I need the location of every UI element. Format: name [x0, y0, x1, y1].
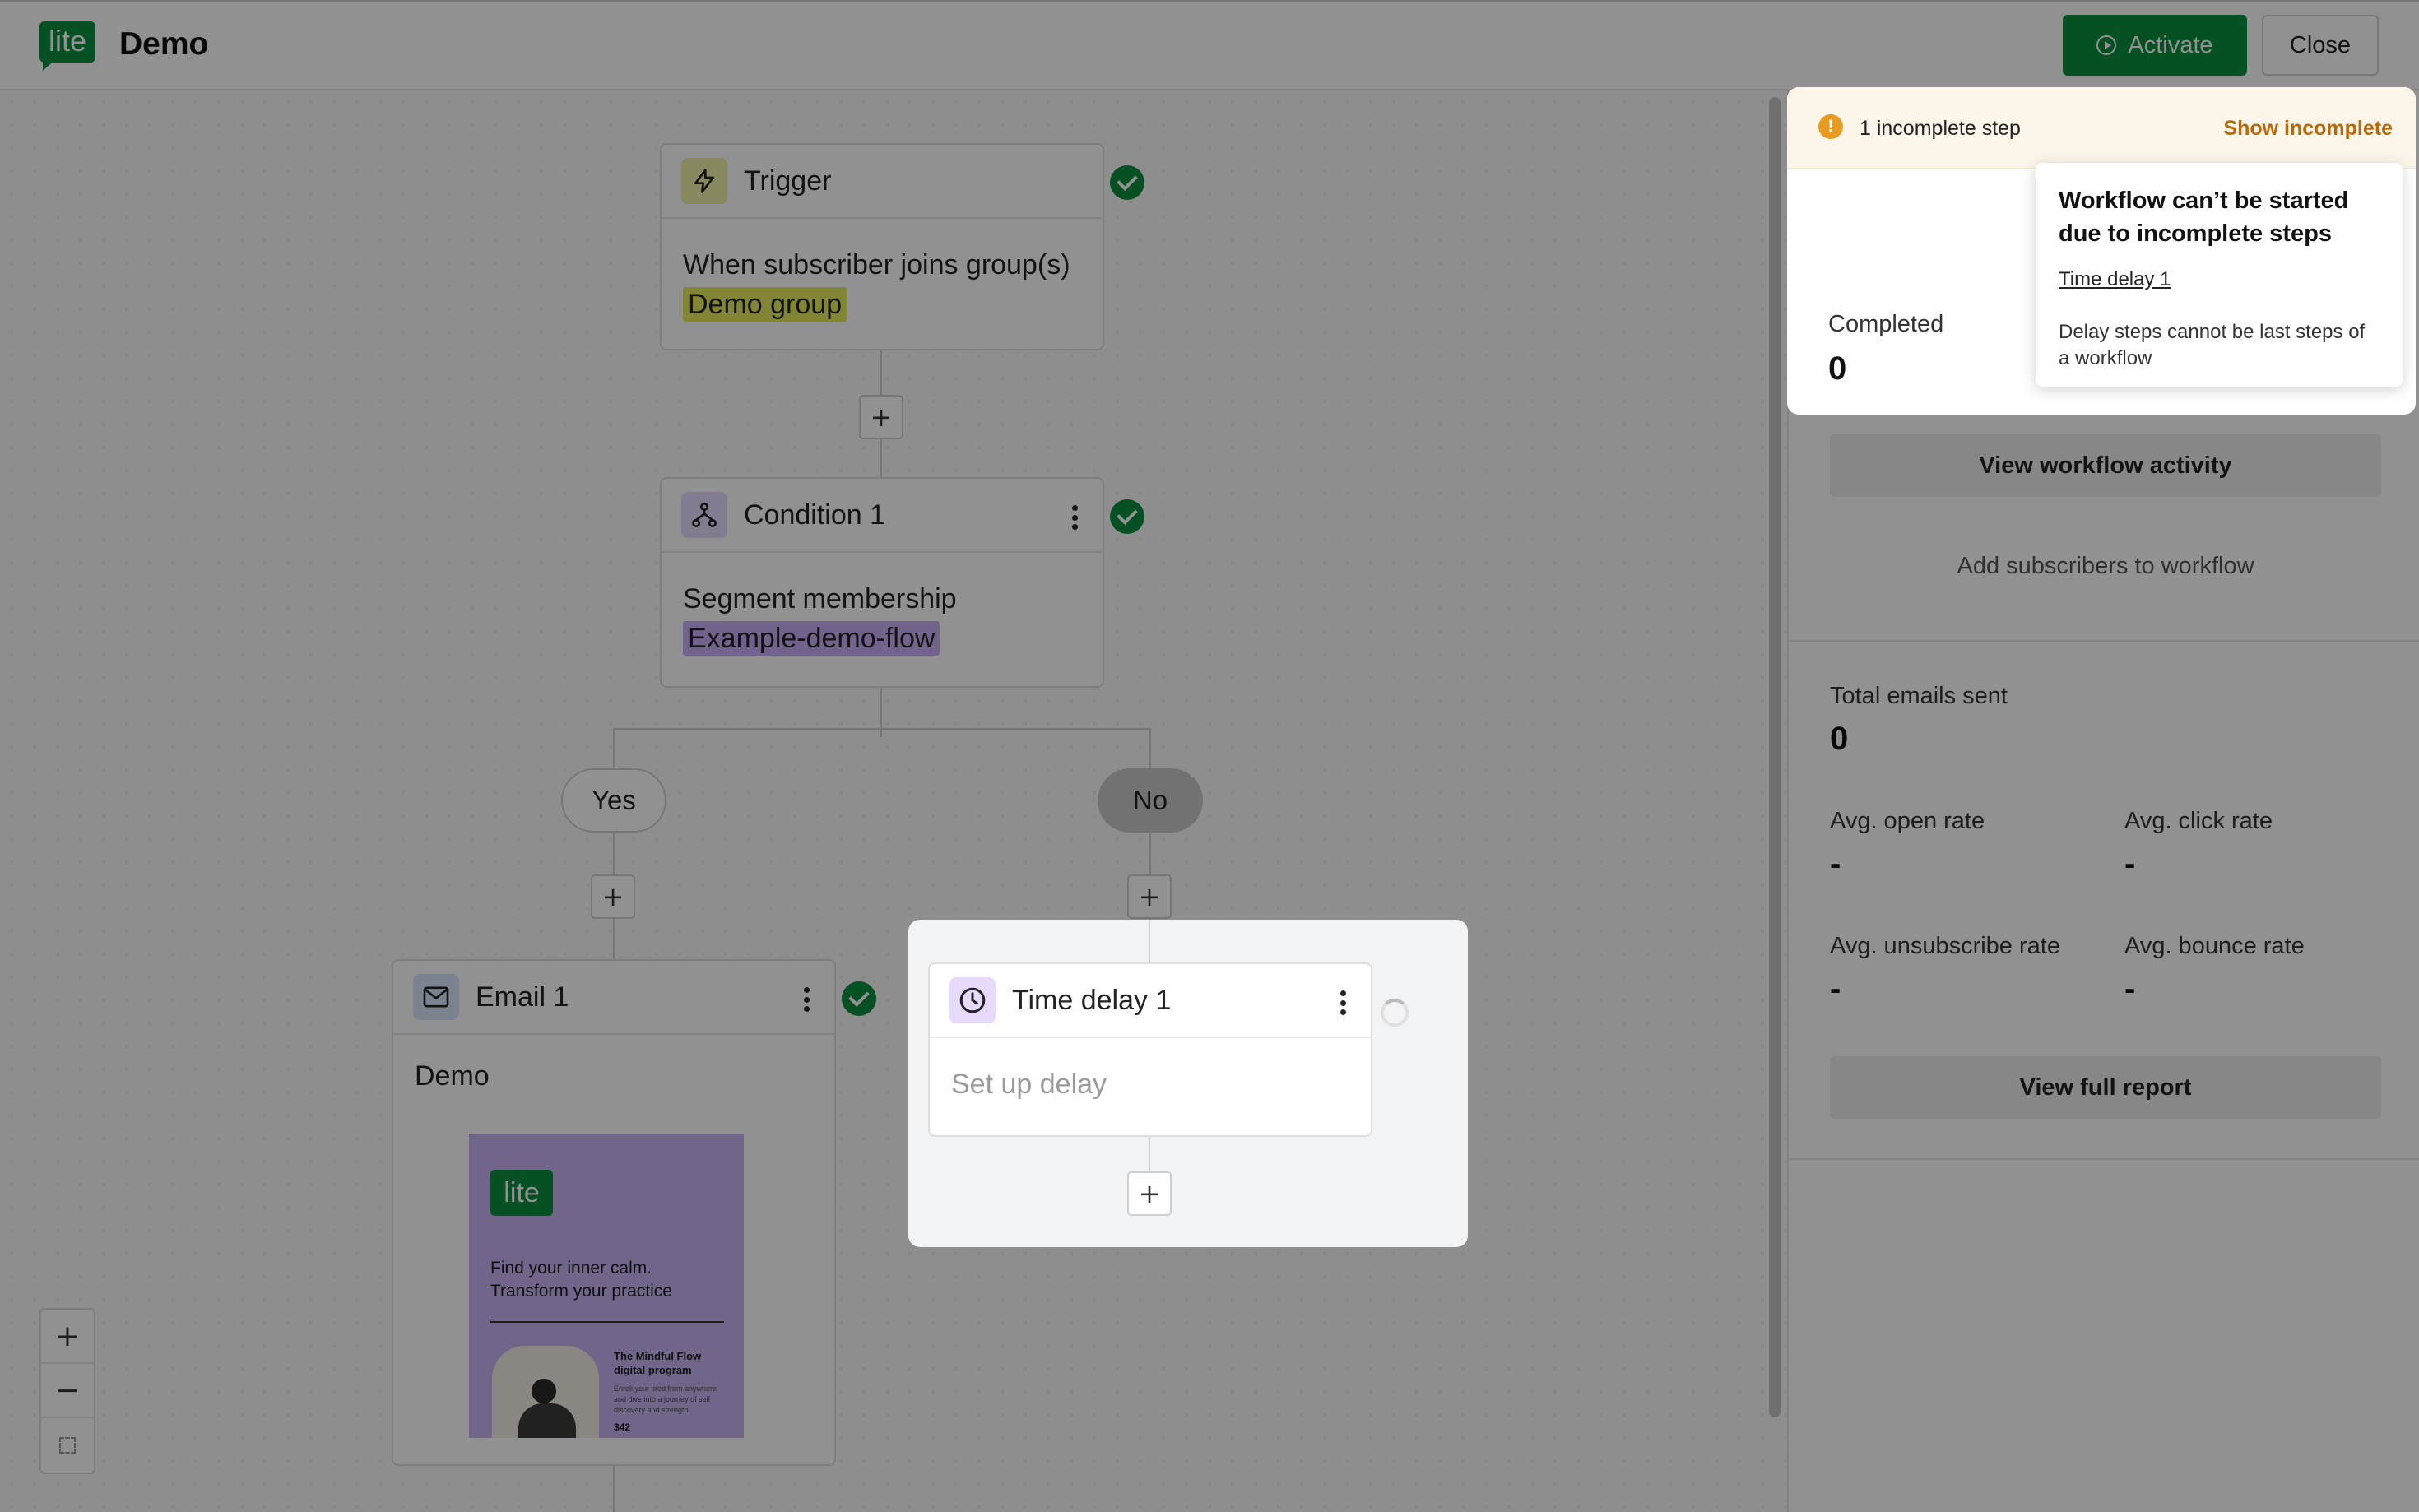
time-delay-node[interactable]: Time delay 1 Set up delay — [928, 962, 1372, 1137]
tooltip-step-link[interactable]: Time delay 1 — [2059, 268, 2380, 291]
completed-label: Completed — [1828, 311, 1944, 337]
clock-icon — [949, 977, 996, 1023]
loading-spinner-icon — [1381, 999, 1409, 1027]
tooltip-title: Workflow can’t be started due to incompl… — [2059, 188, 2349, 247]
incomplete-steps-banner: ! 1 incomplete step Show incomplete — [1787, 87, 2416, 169]
incomplete-steps-text: 1 incomplete step — [1860, 117, 2021, 140]
show-incomplete-link[interactable]: Show incomplete — [2223, 117, 2393, 141]
incomplete-steps-tooltip: Workflow can’t be started due to incompl… — [2036, 163, 2403, 387]
time-delay-node-header: Time delay 1 — [930, 964, 1371, 1038]
time-delay-more-menu-icon[interactable] — [1340, 990, 1346, 1015]
tooltip-description: Delay steps cannot be last steps of a wo… — [2059, 321, 2366, 369]
add-step-after-delay-button[interactable]: + — [1127, 1171, 1172, 1216]
time-delay-title: Time delay 1 — [1012, 984, 1172, 1016]
incomplete-step-highlight: Time delay 1 Set up delay + — [908, 920, 1468, 1247]
time-delay-placeholder[interactable]: Set up delay — [930, 1038, 1371, 1130]
warning-icon: ! — [1818, 114, 1843, 139]
completed-value: 0 — [1828, 350, 1847, 387]
